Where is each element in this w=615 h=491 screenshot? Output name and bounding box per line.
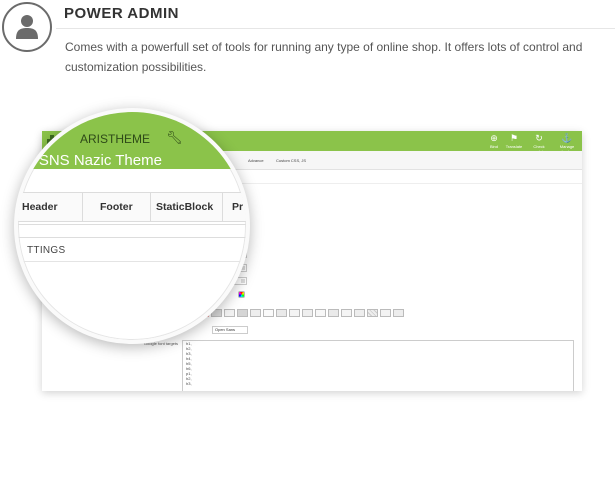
tab-product[interactable]: Pr xyxy=(232,201,243,213)
magnified-tabbar: Header Footer StaticBlock Pr xyxy=(18,192,246,222)
pattern-swatch[interactable] xyxy=(263,309,274,317)
feature-description: Comes with a powerfull set of tools for … xyxy=(65,40,583,74)
magnified-topbar: ARISTHEME 🔧︎ re "SNS Nazic Theme xyxy=(16,112,246,169)
refresh-icon: ↻ xyxy=(535,133,543,143)
pattern-swatch[interactable] xyxy=(302,309,313,317)
tab-staticblock[interactable]: StaticBlock xyxy=(156,201,213,213)
flag-icon: ⚑ xyxy=(509,133,519,143)
tab-separator xyxy=(82,193,83,221)
pattern-swatch[interactable] xyxy=(250,309,261,317)
user-icon xyxy=(16,15,38,39)
tab-header[interactable]: Header xyxy=(22,201,58,213)
tab-separator xyxy=(222,193,223,221)
pattern-swatch[interactable] xyxy=(276,309,287,317)
pattern-swatch[interactable] xyxy=(328,309,339,317)
magnified-input xyxy=(18,224,246,238)
tab-custom-css-js[interactable]: Custom CSS, JS xyxy=(276,158,306,163)
toolbar-translate-button[interactable]: ⚑ Translate xyxy=(502,133,526,149)
tab-advance[interactable]: Advance xyxy=(248,158,264,163)
magnified-breadcrumb: ARISTHEME xyxy=(80,132,151,146)
anchor-icon: ⚓ xyxy=(561,133,573,143)
pattern-swatch[interactable] xyxy=(367,309,378,317)
title-divider xyxy=(56,28,615,29)
pattern-swatch[interactable] xyxy=(380,309,391,317)
pattern-swatch[interactable] xyxy=(341,309,352,317)
pattern-swatch[interactable] xyxy=(315,309,326,317)
avatar xyxy=(2,2,52,52)
magnifier-lens: ARISTHEME 🔧︎ re "SNS Nazic Theme Header … xyxy=(14,108,250,344)
magnified-area: ARISTHEME 🔧︎ re "SNS Nazic Theme Header … xyxy=(16,112,246,340)
tab-footer[interactable]: Footer xyxy=(100,201,133,213)
tab-separator xyxy=(150,193,151,221)
pattern-swatch[interactable] xyxy=(354,309,365,317)
magnified-theme-title: re "SNS Nazic Theme xyxy=(16,152,162,169)
pattern-swatch[interactable] xyxy=(289,309,300,317)
settings-heading: TTINGS xyxy=(27,245,66,256)
google-font-targets-textarea[interactable]: h1, h2, h3, h4, h5, h6, p1, h2, h3, xyxy=(182,340,574,391)
divider xyxy=(18,261,246,262)
feature-title: POWER ADMIN xyxy=(64,5,179,22)
wrench-icon: 🔧︎ xyxy=(166,130,183,145)
pattern-swatch[interactable] xyxy=(393,309,404,317)
